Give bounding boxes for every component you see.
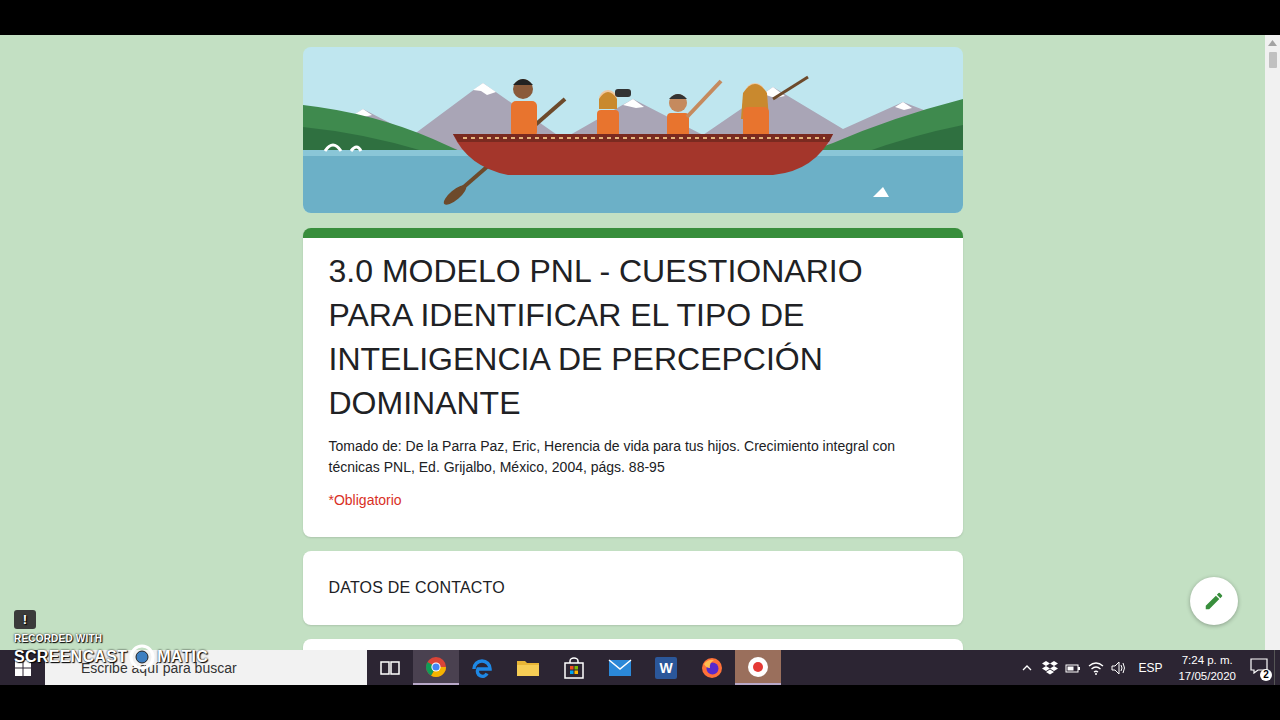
taskbar-app[interactable]: [551, 650, 597, 685]
chevron-icon[interactable]: [1015, 650, 1038, 685]
form-title: 3.0 MODELO PNL - CUESTIONARIO PARA IDENT…: [329, 249, 939, 425]
edge-icon: [470, 656, 494, 680]
mail-icon: [608, 659, 632, 677]
required-note: *Obligatorio: [329, 490, 939, 511]
firefox-icon: [700, 656, 724, 680]
show-desktop[interactable]: [1274, 650, 1280, 685]
next-card: [303, 639, 963, 650]
wifi-icon[interactable]: [1084, 650, 1107, 685]
chrome-icon: [424, 655, 448, 679]
taskview-icon: [380, 659, 400, 677]
system-tray: ESP7:24 p. m.17/05/20202: [1015, 650, 1280, 685]
taskbar-app[interactable]: [459, 650, 505, 685]
scroll-thumb[interactable]: [1269, 52, 1277, 68]
taskbar-app[interactable]: [689, 650, 735, 685]
recorder-icon: [746, 655, 770, 679]
input-language[interactable]: ESP: [1130, 661, 1170, 675]
browser-viewport: 3.0 MODELO PNL - CUESTIONARIO PARA IDENT…: [0, 35, 1280, 650]
dropbox-icon[interactable]: [1038, 650, 1061, 685]
store-icon: [562, 656, 586, 680]
screencast-logo-icon: [129, 644, 155, 670]
alert-icon: !: [14, 610, 36, 629]
letterbox-bottom: [0, 685, 1280, 720]
taskbar-app[interactable]: [597, 650, 643, 685]
scroll-up-icon[interactable]: [1265, 35, 1280, 50]
clock-time: 7:24 p. m.: [1182, 652, 1233, 668]
section-title: DATOS DE CONTACTO: [329, 579, 505, 597]
battery-icon[interactable]: [1061, 650, 1084, 685]
word-glyph: W: [659, 660, 672, 676]
watermark-brand-part: SCREENCAST: [14, 648, 127, 666]
taskbar-app[interactable]: [367, 650, 413, 685]
word-icon: W: [655, 657, 677, 679]
volume-icon[interactable]: [1107, 650, 1130, 685]
notification-badge: 2: [1260, 669, 1272, 681]
watermark-brand-part: MATIC: [157, 648, 208, 666]
form-page: 3.0 MODELO PNL - CUESTIONARIO PARA IDENT…: [0, 35, 1265, 650]
watermark-brand: SCREENCAST MATIC: [14, 644, 208, 670]
form-column: 3.0 MODELO PNL - CUESTIONARIO PARA IDENT…: [303, 47, 963, 650]
title-card: 3.0 MODELO PNL - CUESTIONARIO PARA IDENT…: [303, 228, 963, 537]
scrollbar[interactable]: [1265, 35, 1280, 650]
section-card: DATOS DE CONTACTO: [303, 551, 963, 625]
recording-watermark: ! RECORDED WITH SCREENCAST MATIC: [14, 610, 208, 670]
notification-center[interactable]: 2: [1244, 650, 1274, 685]
taskbar-app[interactable]: [735, 650, 781, 685]
taskbar-app[interactable]: [413, 650, 459, 685]
edit-pencil-icon[interactable]: [1190, 577, 1238, 625]
watermark-caption: RECORDED WITH: [14, 633, 102, 644]
files-icon: [516, 658, 540, 678]
clock[interactable]: 7:24 p. m.17/05/2020: [1170, 652, 1244, 684]
form-description: Tomado de: De la Parra Paz, Eric, Herenc…: [329, 436, 939, 478]
taskbar-app[interactable]: W: [643, 650, 689, 685]
header-illustration-icon: [303, 47, 963, 213]
taskbar-app[interactable]: [505, 650, 551, 685]
letterbox-top: [0, 0, 1280, 35]
clock-date: 17/05/2020: [1178, 668, 1236, 684]
